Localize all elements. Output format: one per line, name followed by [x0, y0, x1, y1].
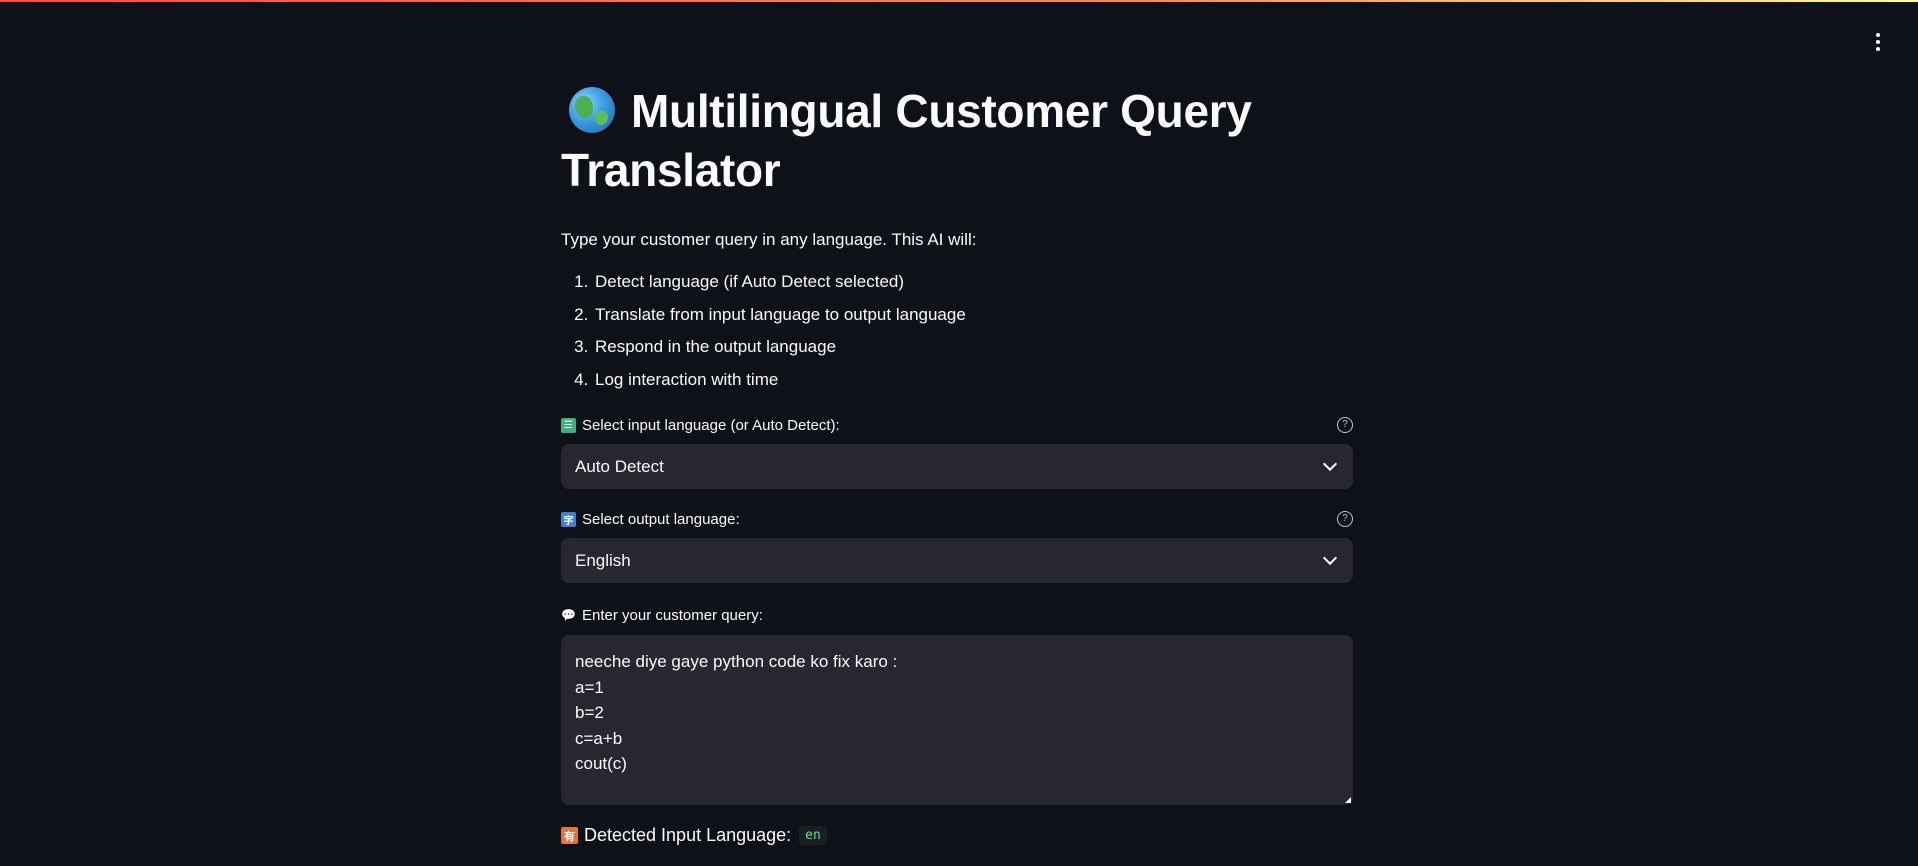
output-language-value: English	[575, 550, 631, 570]
list-item: Respond in the output language	[593, 331, 1353, 364]
speech-balloon-icon: 💬	[561, 608, 576, 622]
input-language-value: Auto Detect	[575, 456, 664, 476]
query-line: cout(c)	[575, 754, 627, 773]
steps-list: Detect language (if Auto Detect selected…	[561, 266, 1353, 396]
list-item: Log interaction with time	[593, 364, 1353, 397]
query-label: Enter your customer query:	[582, 606, 763, 624]
symbols-icon: 有	[561, 827, 578, 844]
language-icon: 字	[561, 511, 576, 527]
top-decoration-bar	[0, 0, 1918, 2]
list-item: Detect language (if Auto Detect selected…	[593, 266, 1353, 299]
detected-language-row: 有 Detected Input Language: en	[561, 825, 1353, 846]
chevron-down-icon	[1322, 456, 1338, 472]
input-language-field: ☰ Select input language (or Auto Detect)…	[561, 414, 1353, 489]
query-field: 💬 Enter your customer query: neeche diye…	[561, 604, 1353, 805]
help-icon[interactable]: ?	[1337, 417, 1353, 433]
main-content: Multilingual Customer Query Translator T…	[561, 82, 1353, 846]
query-line: neeche diye gaye python code ko fix karo…	[575, 652, 898, 671]
query-textarea[interactable]: neeche diye gaye python code ko fix karo…	[561, 635, 1353, 805]
help-icon[interactable]: ?	[1337, 511, 1353, 527]
input-symbols-icon: ☰	[561, 417, 576, 433]
main-menu-button[interactable]	[1866, 28, 1890, 56]
detected-language-code: en	[799, 826, 827, 845]
query-line: a=1	[575, 677, 604, 697]
intro-description: Type your customer query in any language…	[561, 230, 977, 249]
chevron-down-icon	[1322, 550, 1338, 566]
input-language-label: Select input language (or Auto Detect):	[582, 416, 840, 434]
output-language-label: Select output language:	[582, 510, 740, 528]
globe-icon	[569, 87, 615, 133]
input-language-select[interactable]: Auto Detect	[561, 444, 1353, 489]
output-language-select[interactable]: English	[561, 538, 1353, 583]
query-line: b=2	[575, 703, 604, 722]
detected-language-label: Detected Input Language:	[584, 825, 792, 845]
output-language-field: 字 Select output language: ? English	[561, 508, 1353, 583]
resize-handle[interactable]	[1345, 797, 1351, 803]
query-line: c=a+b	[575, 728, 623, 748]
page-title: Multilingual Customer Query Translator	[561, 85, 1252, 196]
list-item: Translate from input language to output …	[593, 299, 1353, 332]
kebab-menu-icon	[1876, 33, 1880, 37]
